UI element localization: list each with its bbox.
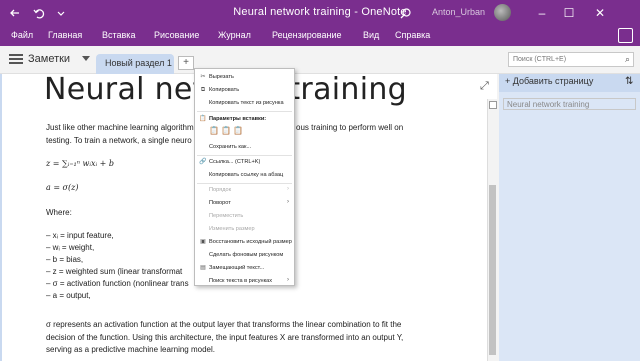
menu-view[interactable]: Вид (363, 30, 379, 40)
menu-help[interactable]: Справка (395, 30, 430, 40)
menu-item-search-text-in-images[interactable]: Поиск текста в рисунках › (195, 276, 294, 287)
add-page-label: Добавить страницу (512, 76, 594, 86)
close-button[interactable]: ✕ (587, 0, 613, 26)
intro-line-1[interactable]: Just like other machine learning algorit… (46, 123, 194, 132)
sort-icon[interactable]: ⇅ (625, 76, 633, 87)
menu-item-copy-paragraph-link[interactable]: Копировать ссылку на абзац (195, 170, 294, 181)
list-item[interactable]: – σ = activation function (nonlinear tra… (46, 279, 189, 288)
page-list-item[interactable]: Neural network training (503, 98, 636, 110)
where-label[interactable]: Where: (46, 208, 72, 217)
menu-item-restore-size[interactable]: ▣ Восстановить исходный размер (195, 237, 294, 248)
menu-insert[interactable]: Вставка (102, 30, 135, 40)
add-page-button[interactable]: + Добавить страницу (505, 76, 593, 86)
list-item[interactable]: – xᵢ = input feature, (46, 231, 114, 240)
menu-item-alt-text[interactable]: ▤ Замещающий текст... (195, 263, 294, 274)
list-item[interactable]: – wᵢ = weight, (46, 243, 94, 252)
notebook-list-icon[interactable] (9, 54, 23, 64)
link-icon: 🔗 (199, 159, 207, 165)
search-icon: ⌕ (624, 54, 630, 64)
list-item[interactable]: – b = bias, (46, 255, 83, 264)
restore-size-icon: ▣ (200, 239, 206, 245)
menu-item-cut[interactable]: ✂ Вырезать (195, 72, 294, 83)
plus-icon: + (505, 76, 513, 86)
avatar[interactable] (494, 4, 511, 21)
menu-draw[interactable]: Рисование (154, 30, 199, 40)
formula-activation[interactable]: a = σ(z) (46, 183, 78, 192)
menu-file[interactable]: Файл (11, 30, 33, 40)
formula-weighted-sum[interactable]: z = ∑ᵢ₌₁ⁿ wᵢxᵢ + b (46, 159, 114, 168)
notebook-dropdown-icon[interactable] (82, 56, 90, 61)
menu-item-set-background[interactable]: Сделать фоновым рисунком (195, 250, 294, 261)
minimize-button[interactable]: – (529, 0, 555, 26)
menu-item-move: Переместить (209, 213, 244, 219)
menu-item-rotate[interactable]: Поворот › (195, 198, 294, 209)
expand-icon[interactable]: ⤢ (480, 80, 489, 93)
menu-item-paste-options: 📋 Параметры вставки: (199, 116, 267, 122)
paste-options-group: 📋 📋 📋 (209, 125, 269, 137)
page-list-header: + Добавить страницу ⇅ (499, 74, 640, 92)
ribbon-toggle-icon[interactable] (618, 28, 633, 43)
notebook-bar: Заметки Новый раздел 1 + Поиск (CTRL+E) … (0, 46, 640, 74)
separator (197, 183, 292, 184)
menu-bar: Файл Главная Вставка Рисование Журнал Ре… (0, 26, 640, 46)
separator (197, 155, 292, 156)
menu-journal[interactable]: Журнал (218, 30, 251, 40)
search-placeholder: Поиск (CTRL+E) (513, 56, 567, 63)
paragraph-line-1[interactable]: σ represents an activation function at t… (46, 320, 401, 329)
paste-text-only-icon[interactable]: 📋 (233, 125, 243, 136)
paste-icon: 📋 (199, 116, 207, 122)
menu-item-link[interactable]: 🔗 Ссылка... (CTRL+K) (195, 157, 294, 168)
list-item[interactable]: – a = output, (46, 291, 91, 300)
chevron-right-icon: › (287, 277, 289, 283)
add-section-button[interactable]: + (178, 56, 194, 70)
context-menu: ✂ Вырезать ⧉ Копировать Копировать текст… (194, 68, 295, 286)
list-item[interactable]: – z = weighted sum (linear transformat (46, 267, 182, 276)
chevron-right-icon: › (287, 186, 289, 192)
chevron-right-icon: › (287, 199, 289, 205)
paste-merge-formatting-icon[interactable]: 📋 (221, 125, 231, 136)
search-icon[interactable] (392, 0, 418, 26)
user-name[interactable]: Anton_Urban (432, 7, 485, 17)
copy-icon: ⧉ (200, 87, 206, 93)
menu-item-save-as[interactable]: Сохранить как... (195, 142, 294, 153)
alt-text-icon: ▤ (200, 265, 206, 271)
paragraph-line-2[interactable]: decision of the function. Using this arc… (46, 333, 403, 342)
menu-review[interactable]: Рецензирование (272, 30, 342, 40)
menu-item-resize: Изменить размер (209, 226, 255, 232)
paste-keep-formatting-icon[interactable]: 📋 (209, 125, 219, 136)
page-scrollbar[interactable] (487, 99, 497, 361)
search-input[interactable]: Поиск (CTRL+E) ⌕ (508, 52, 634, 67)
paragraph-line-3[interactable]: serving as a predictive machine learning… (46, 345, 215, 354)
title-bar: Neural network training - OneNote Anton_… (0, 0, 640, 26)
separator (197, 111, 292, 112)
scrollbar-thumb[interactable] (489, 185, 496, 355)
menu-item-order: Порядок › (209, 186, 289, 193)
maximize-button[interactable]: ☐ (556, 0, 582, 26)
menu-home[interactable]: Главная (48, 30, 82, 40)
tab-section-1[interactable]: Новый раздел 1 (96, 54, 174, 74)
intro-line-1-tail[interactable]: ous training to perform well on (296, 123, 403, 132)
menu-item-copy[interactable]: ⧉ Копировать (195, 85, 294, 96)
scroll-up-button[interactable] (489, 101, 497, 109)
notebook-name[interactable]: Заметки (28, 53, 70, 65)
scissors-icon: ✂ (200, 74, 206, 80)
menu-item-copy-text-from-image[interactable]: Копировать текст из рисунка (195, 98, 294, 109)
page-list-pane: + Добавить страницу ⇅ Neural network tra… (499, 74, 640, 361)
intro-line-2[interactable]: testing. To train a network, a single ne… (46, 136, 192, 145)
